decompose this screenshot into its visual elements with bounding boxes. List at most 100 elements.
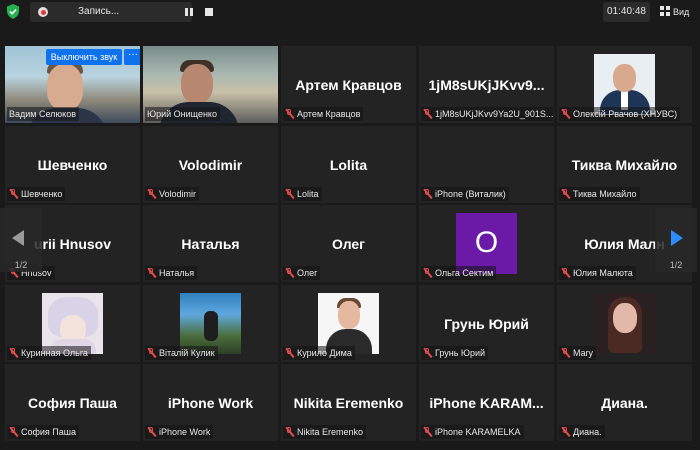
participant-name-label: Ольга Сектим [421,266,497,280]
participant-display-name: Грунь Юрий [444,315,529,332]
pause-recording-icon[interactable] [182,6,196,18]
next-page-button[interactable]: 1/2 [655,208,697,272]
more-options-button[interactable]: ··· [124,49,140,65]
meeting-window: Запись... 01:40:48 Вид Вадим Селюков Выкл… [0,0,700,450]
participant-name: Наталья [159,268,195,278]
participant-tile[interactable]: Курило Дима [281,285,416,362]
chevron-left-icon [12,230,24,246]
participant-name: iPhone Work [159,427,211,437]
meeting-timer: 01:40:48 [603,2,650,22]
participant-name: Диана. [573,427,602,437]
participant-tile[interactable]: iPhone KARAM... iPhone KARAMELKA [419,364,554,441]
page-indicator-right: 1/2 [669,260,683,270]
participant-tile[interactable]: 1jM8sUKjJKvv9... 1jM8sUKjJKvv9Ya2U_901S..… [419,46,554,123]
page-indicator-left: 1/2 [14,260,28,270]
participant-display-name: iPhone KARAM... [429,394,544,411]
participant-name-label: Віталій Кулик [145,346,218,360]
participant-tile[interactable]: Шевченко Шевченко [5,126,140,203]
muted-mic-icon [285,109,294,119]
participant-name: Nikita Eremenko [297,427,364,437]
participant-display-name: Nikita Eremenko [293,394,404,411]
participant-name: София Паша [21,427,77,437]
participant-tile[interactable]: Олег Олег [281,205,416,282]
participant-display-name: Тиква Михайло [571,156,678,173]
participant-name-label: Артем Кравцов [283,107,364,121]
recording-label: Запись... [78,6,120,17]
participant-display-name: Олег [331,235,366,252]
muted-mic-icon [561,427,570,437]
muted-mic-icon [285,189,294,199]
participant-tile[interactable]: Наталья Наталья [143,205,278,282]
participant-name: Lolita [297,189,319,199]
participant-name-label: Тиква Михайло [559,187,640,201]
participant-tile[interactable]: Тиква Михайло Тиква Михайло [557,126,692,203]
muted-mic-icon [423,427,432,437]
participant-tile[interactable]: Грунь Юрий Грунь Юрий [419,285,554,362]
participant-name-label: iPhone (Виталик) [421,187,509,201]
participant-tile[interactable]: Артем Кравцов Артем Кравцов [281,46,416,123]
view-button[interactable]: Вид [660,4,689,20]
participant-tile[interactable]: iPhone (Виталик) [419,126,554,203]
participant-name: Тиква Михайло [573,189,637,199]
participant-name: iPhone KARAMELKA [435,427,521,437]
participant-display-name: Шевченко [37,156,108,173]
muted-mic-icon [423,268,432,278]
participant-display-name: iPhone Work [167,394,254,411]
muted-mic-icon [147,268,156,278]
participant-name-label: Куринная Ольга [7,346,91,360]
participant-tile[interactable]: О Ольга Сектим [419,205,554,282]
participant-name: Вадим Селюков [9,109,77,119]
participant-tile[interactable]: Куринная Ольга [5,285,140,362]
muted-mic-icon [561,268,570,278]
muted-mic-icon [9,348,18,358]
gallery-grid-icon [660,6,670,16]
participant-tile[interactable]: София Паша София Паша [5,364,140,441]
view-label: Вид [673,7,690,17]
participant-name: Mary [573,348,593,358]
participant-display-name: Volodimir [178,156,243,173]
participant-tile[interactable]: Nikita Eremenko Nikita Eremenko [281,364,416,441]
avatar [318,293,379,354]
muted-mic-icon [423,348,432,358]
muted-mic-icon [147,189,156,199]
participant-name-label: Наталья [145,266,198,280]
participant-name-label: iPhone KARAMELKA [421,425,524,439]
participant-display-name: Диана. [601,394,648,411]
participant-tile[interactable]: iPhone Work iPhone Work [143,364,278,441]
participant-name: Юрий Онищенко [147,109,217,119]
participant-tile[interactable]: Віталій Кулик [143,285,278,362]
participant-name-label: Nikita Eremenko [283,425,367,439]
participant-tile[interactable]: Mary [557,285,692,362]
participant-name-label: Lolita [283,187,322,201]
participant-tile[interactable]: Олексій Рвачов (ХНУВС) [557,46,692,123]
participant-tile[interactable]: Lolita Lolita [281,126,416,203]
security-shield-icon[interactable] [6,4,20,19]
participant-name-label: Шевченко [7,187,66,201]
participant-name-label: Вадим Селюков [7,107,80,121]
participant-name: Ольга Сектим [435,268,494,278]
participant-name-label: Volodimir [145,187,200,201]
participant-tile[interactable]: Диана. Диана. [557,364,692,441]
avatar [594,54,655,115]
mute-participant-button[interactable]: Выключить звук [46,49,122,65]
participant-name: 1jM8sUKjJKvv9Ya2U_901S... [435,109,553,119]
muted-mic-icon [9,427,18,437]
participant-name-label: Диана. [559,425,605,439]
participant-name: Віталій Кулик [159,348,215,358]
record-dot-icon [38,7,48,17]
participant-tile[interactable]: Юрий Онищенко [143,46,278,123]
participant-display-name: 1jM8sUKjJKvv9... [428,76,545,93]
stop-recording-icon[interactable] [205,8,213,16]
muted-mic-icon [9,189,18,199]
chevron-right-icon [671,230,683,246]
participant-name-label: Олег [283,266,321,280]
avatar-letter: О [456,213,517,274]
previous-page-button[interactable]: 1/2 [0,208,42,272]
avatar-initial: О [474,226,499,259]
participant-tile[interactable]: Вадим Селюков Выключить звук ··· [5,46,140,123]
participant-tile[interactable]: Volodimir Volodimir [143,126,278,203]
muted-mic-icon [285,268,294,278]
participant-name-label: Mary [559,346,596,360]
muted-mic-icon [147,427,156,437]
muted-mic-icon [423,189,432,199]
